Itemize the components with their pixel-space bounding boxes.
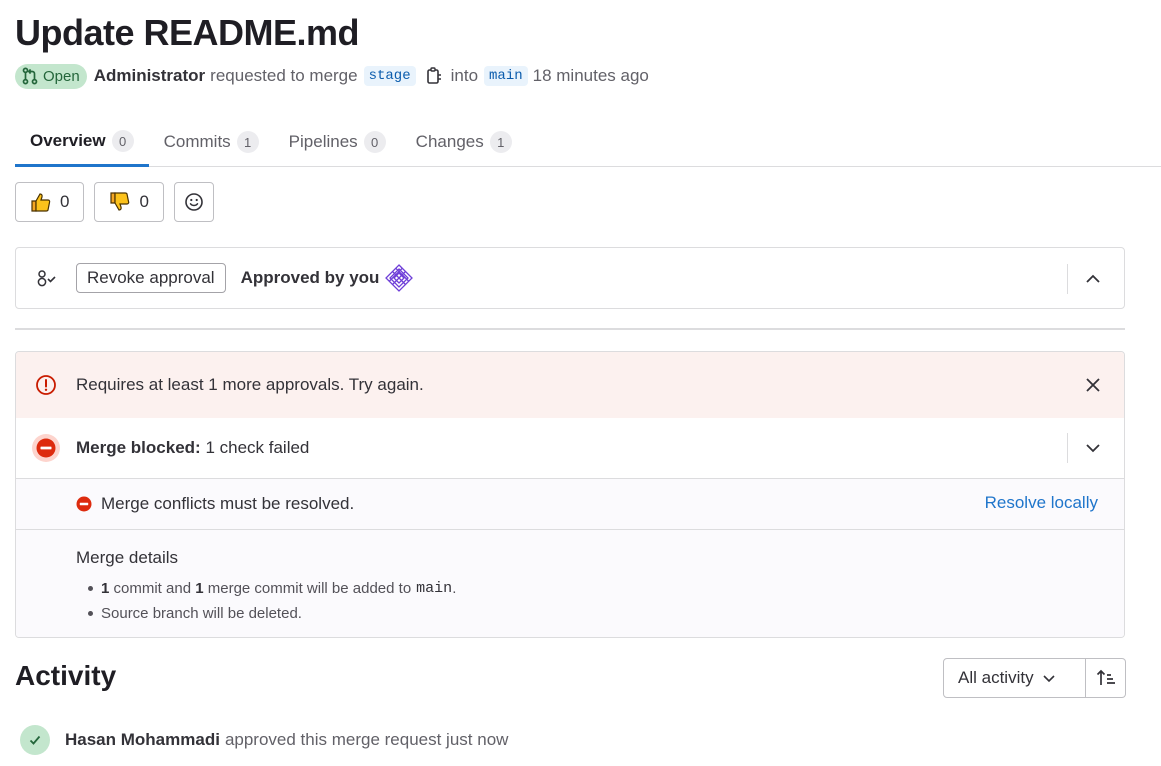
activity-event: Hasan Mohammadi approved this merge requ… — [20, 725, 508, 755]
merge-blocked-label: Merge blocked: — [76, 438, 201, 457]
tab-count: 0 — [111, 130, 134, 152]
into-text: into — [450, 66, 479, 85]
smiley-icon — [185, 193, 203, 211]
action-text: requested to merge — [210, 66, 358, 85]
thumbs-down-icon — [110, 192, 130, 211]
collapse-approval-button[interactable] — [1082, 268, 1104, 290]
detail-text: Source branch will be deleted. — [101, 605, 302, 622]
activity-filter-dropdown[interactable]: All activity — [943, 658, 1086, 698]
activity-controls: All activity — [943, 658, 1126, 698]
avatar[interactable] — [384, 263, 415, 293]
source-branch[interactable]: stage — [363, 66, 416, 86]
conflict-message: Merge conflicts must be resolved. — [101, 494, 355, 513]
merge-commit-count: 1 — [195, 580, 204, 597]
section-divider — [15, 328, 1125, 330]
alert-message: Requires at least 1 more approvals. Try … — [76, 375, 424, 394]
merge-widget: Requires at least 1 more approvals. Try … — [15, 351, 1125, 638]
tab-label: Commits — [163, 132, 231, 151]
merge-blocked-reason: 1 check failed — [205, 438, 310, 457]
copy-icon[interactable] — [425, 66, 443, 86]
tab-changes[interactable]: Changes 1 — [401, 118, 527, 166]
chevron-up-icon — [1086, 274, 1100, 283]
award-emoji-bar: 0 0 — [15, 182, 214, 222]
thumbs-down-count: 0 — [139, 192, 149, 211]
dismiss-alert-button[interactable] — [1082, 374, 1104, 396]
event-user-link[interactable]: Hasan Mohammadi — [65, 730, 220, 750]
resolve-locally-link[interactable]: Resolve locally — [985, 493, 1098, 513]
merge-blocked-row: Merge blocked: 1 check failed — [16, 418, 1124, 479]
merge-details-list: 1 commit and 1 merge commit will be adde… — [76, 576, 1124, 626]
merge-conflict-row: Merge conflicts must be resolved. Resolv… — [16, 479, 1124, 530]
target-branch[interactable]: main — [484, 66, 528, 86]
author-link[interactable]: Administrator — [94, 66, 205, 86]
target-branch-code: main — [416, 580, 453, 597]
page-title: Update README.md — [15, 12, 360, 53]
detail-text: merge commit will be added to — [207, 580, 412, 597]
approval-widget: Revoke approval Approved by you — [15, 247, 1125, 309]
expand-checks-button[interactable] — [1082, 437, 1104, 459]
tab-overview[interactable]: Overview 0 — [15, 118, 149, 167]
tab-count: 0 — [363, 131, 386, 153]
tab-label: Overview — [30, 131, 106, 150]
timestamp: 18 minutes ago — [532, 66, 649, 85]
close-icon — [1086, 378, 1100, 392]
commit-count: 1 — [101, 580, 110, 597]
activity-filter-label: All activity — [958, 668, 1034, 687]
merge-request-open-icon — [22, 67, 38, 85]
merge-request-meta: Open Administrator requested to merge st… — [15, 63, 649, 89]
failed-icon — [16, 496, 101, 512]
event-text: approved this merge request just now — [224, 730, 509, 749]
thumbs-up-count: 0 — [60, 192, 70, 211]
status-badge: Open — [15, 63, 87, 89]
blocked-icon — [16, 433, 76, 463]
approval-icon — [16, 268, 76, 288]
chevron-down-icon — [1086, 444, 1100, 453]
sort-icon — [1096, 669, 1115, 685]
chevron-down-icon — [1043, 675, 1055, 683]
merge-request-tabs: Overview 0 Commits 1 Pipelines 0 Changes… — [15, 118, 1161, 167]
activity-heading: Activity — [15, 660, 117, 691]
tab-pipelines[interactable]: Pipelines 0 — [274, 118, 401, 166]
tab-label: Changes — [415, 132, 484, 151]
status-label: Open — [43, 67, 80, 85]
detail-end: . — [452, 580, 457, 597]
detail-text: commit and — [113, 580, 192, 597]
approval-alert: Requires at least 1 more approvals. Try … — [16, 352, 1124, 418]
approved-check-icon — [20, 725, 50, 755]
add-reaction-button[interactable] — [173, 182, 214, 222]
bullet — [88, 586, 93, 591]
merge-details-title: Merge details — [76, 548, 179, 567]
thumbs-up-icon — [31, 193, 51, 212]
divider — [1067, 264, 1068, 294]
list-item: 1 commit and 1 merge commit will be adde… — [76, 576, 1124, 601]
bullet — [88, 611, 93, 616]
thumbs-down-button[interactable]: 0 — [94, 182, 164, 222]
divider — [1067, 433, 1068, 463]
warning-icon — [16, 374, 76, 396]
sort-direction-button[interactable] — [1086, 658, 1126, 698]
tab-label: Pipelines — [288, 132, 358, 151]
list-item: Source branch will be deleted. — [76, 601, 1124, 626]
merge-blocked-message: Merge blocked: 1 check failed — [76, 438, 309, 458]
tab-count: 1 — [236, 131, 259, 153]
merge-details: Merge details 1 commit and 1 merge commi… — [16, 530, 1124, 637]
approved-by-label: Approved by you — [240, 268, 380, 287]
tab-commits[interactable]: Commits 1 — [149, 118, 274, 166]
tab-count: 1 — [489, 131, 512, 153]
thumbs-up-button[interactable]: 0 — [15, 182, 85, 222]
revoke-approval-button[interactable]: Revoke approval — [76, 263, 226, 293]
